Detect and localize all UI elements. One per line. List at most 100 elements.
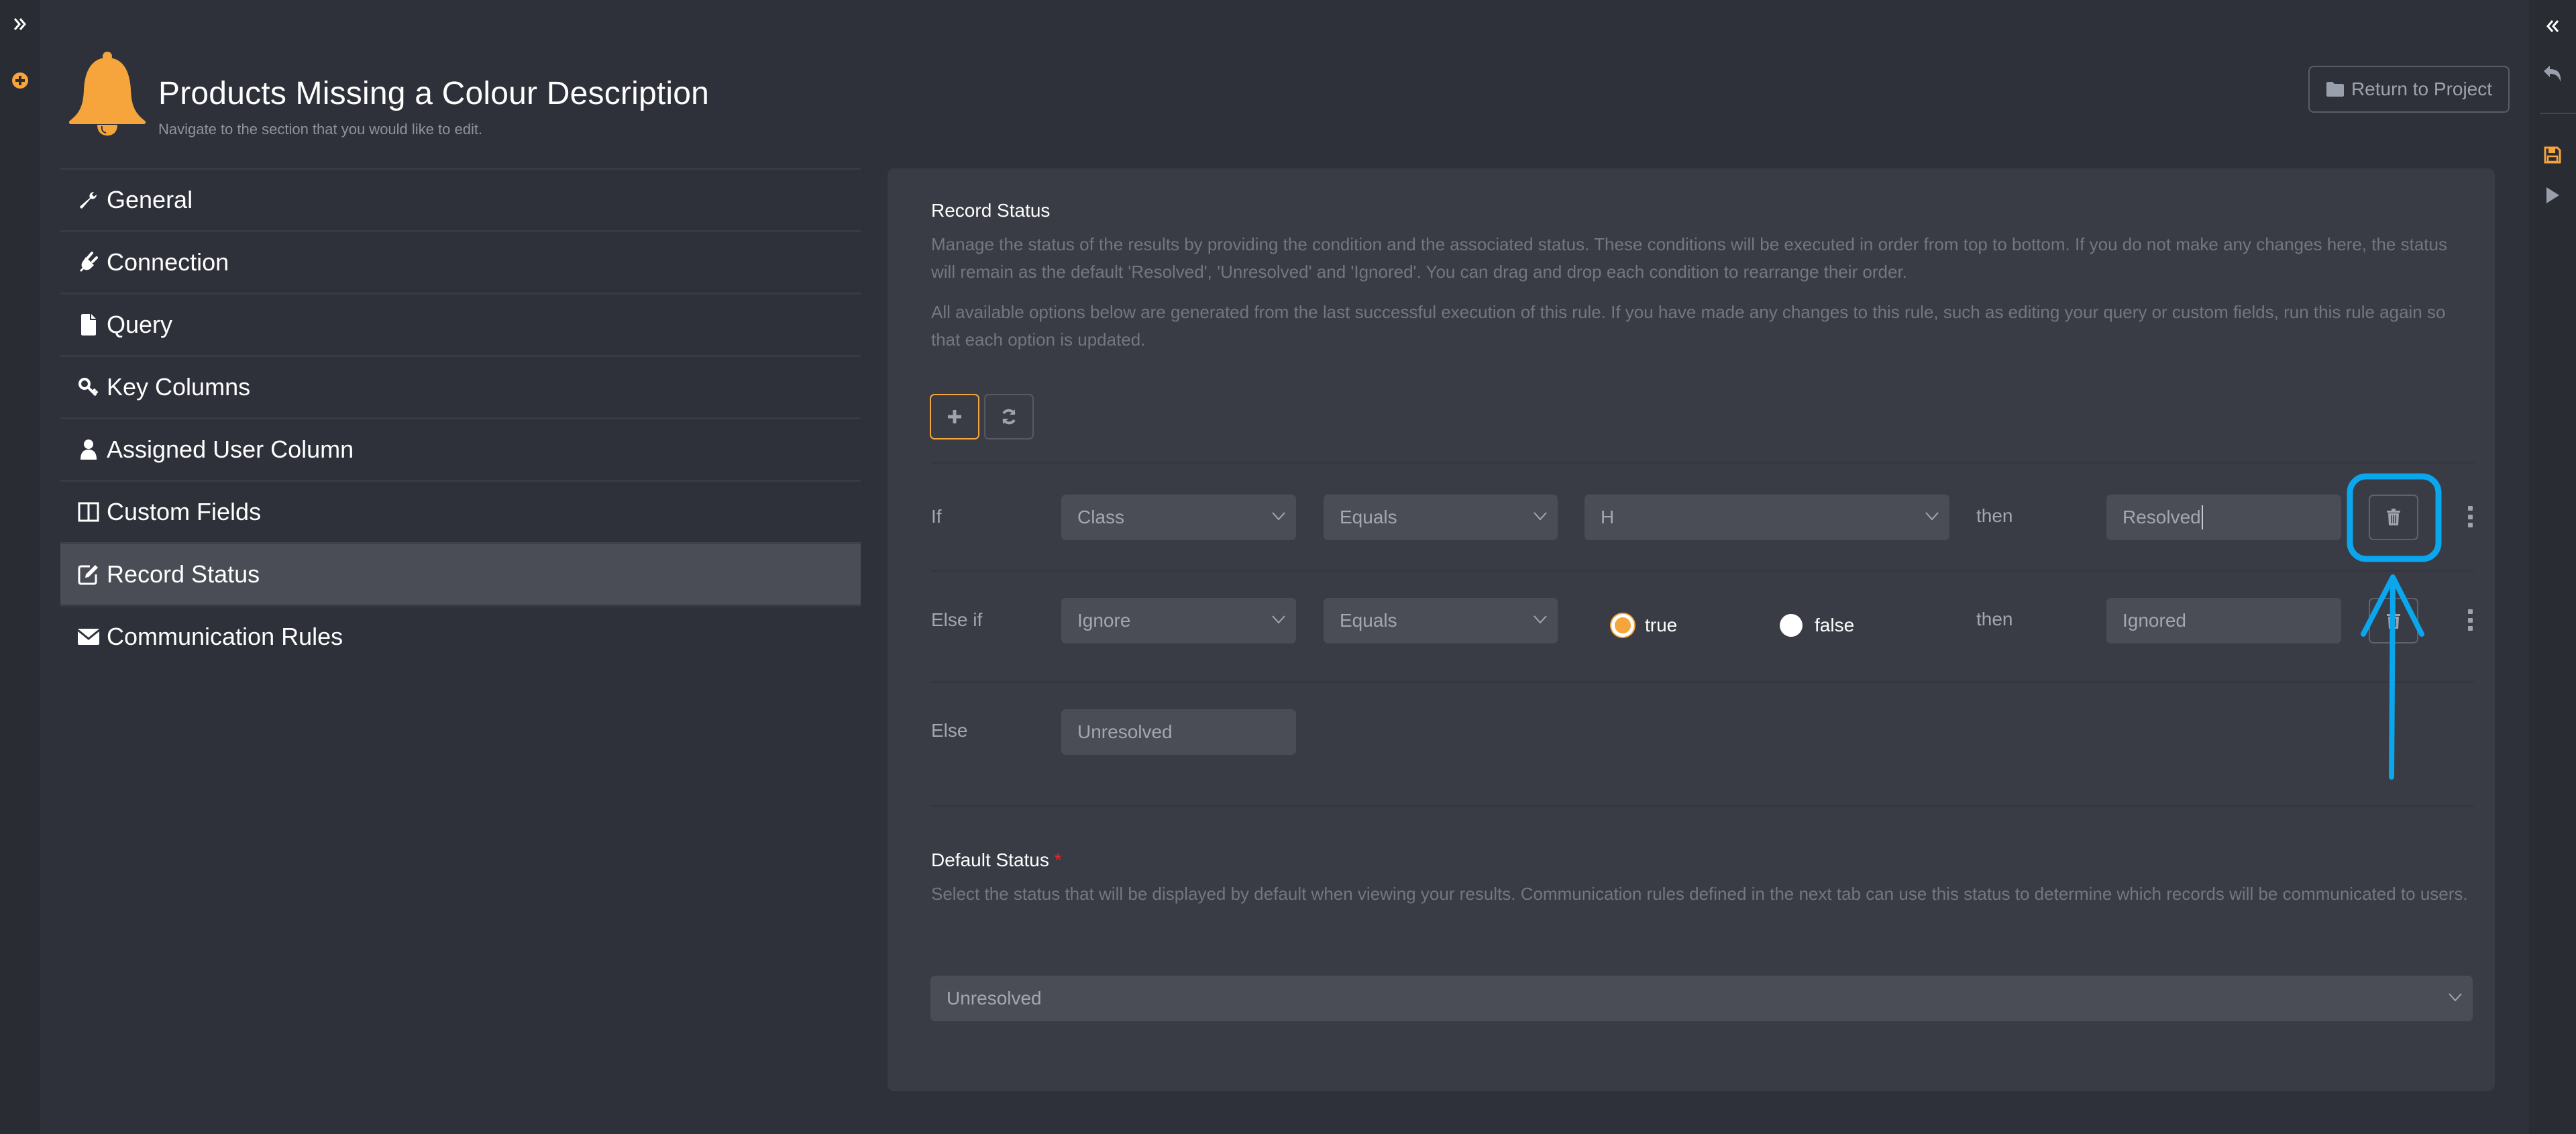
save-button[interactable] bbox=[2541, 144, 2564, 166]
else-status-input[interactable]: Unresolved bbox=[1061, 709, 1296, 755]
double-chevron-right-icon bbox=[13, 18, 26, 30]
sidebar-item-label: Query bbox=[107, 311, 173, 338]
default-status-title: Default Status * bbox=[931, 849, 1062, 871]
chevron-down-icon bbox=[2449, 993, 2462, 1002]
if-status-input[interactable]: Resolved bbox=[2106, 495, 2341, 540]
default-status-value: Unresolved bbox=[947, 988, 1042, 1009]
bell-icon bbox=[67, 50, 148, 137]
wrench-icon bbox=[77, 188, 100, 212]
plug-icon bbox=[77, 250, 100, 274]
save-icon bbox=[2544, 146, 2561, 164]
if-operator-select[interactable]: Equals bbox=[1324, 495, 1558, 540]
row-divider bbox=[931, 681, 2474, 683]
default-status-help: Select the status that will be displayed… bbox=[931, 884, 2468, 904]
record-status-help-2: All available options below are generate… bbox=[931, 302, 2446, 350]
then-label: then bbox=[1976, 505, 2013, 526]
chevron-down-icon bbox=[1272, 615, 1285, 624]
rail-divider bbox=[2540, 113, 2576, 114]
if-value-select[interactable]: H bbox=[1585, 495, 1949, 540]
sidebar-item-label: Key Columns bbox=[107, 373, 251, 401]
else-if-field-value: Ignore bbox=[1077, 610, 1131, 631]
folder-icon bbox=[2326, 82, 2344, 97]
chevron-down-icon bbox=[1534, 512, 1547, 521]
expand-panel-button[interactable] bbox=[9, 15, 31, 34]
sidebar-item-label: Custom Fields bbox=[107, 498, 262, 525]
undo-icon bbox=[2544, 66, 2561, 82]
double-chevron-left-icon bbox=[2546, 20, 2559, 32]
required-mark: * bbox=[1054, 849, 1062, 870]
undo-button[interactable] bbox=[2540, 62, 2565, 86]
sidebar-item-key-columns[interactable]: Key Columns bbox=[60, 355, 861, 417]
sidebar-item-communication-rules[interactable]: Communication Rules bbox=[60, 605, 861, 667]
sidebar-item-label: Communication Rules bbox=[107, 623, 343, 650]
row-divider bbox=[931, 462, 2474, 464]
drag-handle-kebab[interactable] bbox=[2463, 607, 2477, 633]
then-label: then bbox=[1976, 609, 2013, 629]
plus-icon bbox=[948, 410, 961, 423]
page-title: Products Missing a Colour Description bbox=[158, 76, 710, 111]
if-label: If bbox=[931, 506, 942, 527]
trash-icon bbox=[2387, 612, 2400, 629]
row-divider bbox=[931, 805, 2474, 807]
else-if-status-value: Ignored bbox=[2123, 610, 2186, 631]
else-if-field-select[interactable]: Ignore bbox=[1061, 598, 1296, 643]
refresh-options-button[interactable] bbox=[984, 394, 1034, 440]
columns-icon bbox=[77, 500, 100, 524]
radio-true-label: true bbox=[1645, 615, 1678, 635]
else-status-value: Unresolved bbox=[1077, 721, 1173, 742]
return-to-project-label: Return to Project bbox=[2351, 79, 2493, 99]
chevron-down-icon bbox=[1925, 512, 1939, 521]
chevron-down-icon bbox=[1272, 512, 1285, 521]
record-status-help-1: Manage the status of the results by prov… bbox=[931, 234, 2447, 282]
if-field-select[interactable]: Class bbox=[1061, 495, 1296, 540]
section-sidebar: General Connection Query Key Columns Ass… bbox=[60, 168, 861, 667]
page-subtitle: Navigate to the section that you would l… bbox=[158, 121, 483, 138]
if-field-value: Class bbox=[1077, 507, 1125, 527]
default-status-label: Default Status bbox=[931, 849, 1049, 870]
file-icon bbox=[77, 313, 100, 337]
row-divider bbox=[931, 570, 2474, 572]
record-status-title: Record Status bbox=[931, 200, 1051, 221]
add-rule-button[interactable] bbox=[11, 71, 30, 90]
radio-true[interactable] bbox=[1611, 614, 1634, 637]
envelope-icon bbox=[77, 625, 100, 649]
if-status-value: Resolved bbox=[2123, 507, 2201, 527]
if-operator-value: Equals bbox=[1340, 507, 1397, 527]
sidebar-item-general[interactable]: General bbox=[60, 168, 861, 230]
else-if-operator-value: Equals bbox=[1340, 610, 1397, 631]
trash-icon bbox=[2387, 509, 2400, 525]
sidebar-item-query[interactable]: Query bbox=[60, 293, 861, 355]
sidebar-item-custom-fields[interactable]: Custom Fields bbox=[60, 480, 861, 542]
radio-false[interactable] bbox=[1780, 614, 1803, 637]
delete-condition-button[interactable] bbox=[2369, 495, 2418, 540]
else-if-operator-select[interactable]: Equals bbox=[1324, 598, 1558, 643]
if-value-value: H bbox=[1601, 507, 1615, 527]
drag-handle-kebab[interactable] bbox=[2463, 503, 2477, 530]
default-status-select[interactable]: Unresolved bbox=[930, 976, 2473, 1021]
chevron-down-icon bbox=[1534, 615, 1547, 624]
refresh-icon bbox=[1002, 409, 1016, 425]
play-icon bbox=[2546, 187, 2559, 203]
plus-circle-icon bbox=[12, 72, 28, 89]
add-condition-button[interactable] bbox=[930, 394, 979, 440]
sidebar-item-label: General bbox=[107, 186, 193, 213]
delete-condition-button[interactable] bbox=[2369, 598, 2418, 643]
edit-icon bbox=[77, 562, 100, 586]
sidebar-item-label: Record Status bbox=[107, 560, 260, 588]
radio-false-label: false bbox=[1815, 615, 1855, 635]
right-rail bbox=[2529, 0, 2576, 1134]
user-icon bbox=[77, 437, 100, 462]
collapse-panel-button[interactable] bbox=[2541, 16, 2564, 36]
else-if-status-input[interactable]: Ignored bbox=[2106, 598, 2341, 643]
key-icon bbox=[77, 375, 100, 399]
sidebar-item-label: Assigned User Column bbox=[107, 435, 354, 463]
else-if-label: Else if bbox=[931, 609, 983, 630]
sidebar-item-record-status[interactable]: Record Status bbox=[60, 542, 861, 605]
else-label: Else bbox=[931, 720, 968, 741]
sidebar-item-connection[interactable]: Connection bbox=[60, 230, 861, 293]
sidebar-item-label: Connection bbox=[107, 248, 229, 276]
run-button[interactable] bbox=[2541, 184, 2564, 207]
return-to-project-button[interactable]: Return to Project bbox=[2308, 66, 2510, 113]
text-cursor bbox=[2201, 505, 2203, 529]
sidebar-item-assigned-user-column[interactable]: Assigned User Column bbox=[60, 417, 861, 480]
